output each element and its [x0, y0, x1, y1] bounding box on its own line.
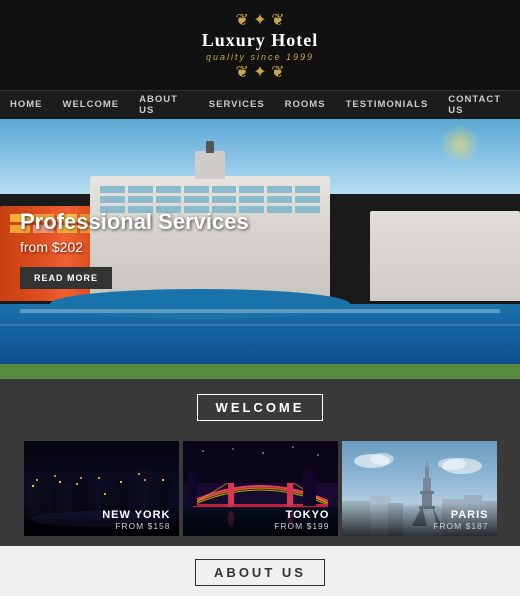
hero-section: Professional Services from $202 READ MOR… [0, 119, 520, 379]
city-price-paris: FROM $187 [350, 521, 489, 531]
nav-item-welcome[interactable]: WELCOME [53, 91, 130, 119]
nav-item-testimonials[interactable]: TESTIMONIALS [336, 91, 439, 119]
city-name-new-york: NEW YORK [32, 509, 171, 521]
header: ❦ ✦ ❦ Luxury Hotel quality since 1999 ❦ … [0, 0, 520, 91]
navigation: HOME WELCOME ABOUT US SERVICES ROOMS TES… [0, 91, 520, 119]
welcome-section: WELCOME [0, 379, 520, 433]
welcome-title: WELCOME [197, 394, 324, 421]
nav-item-services[interactable]: SERVICES [199, 91, 275, 119]
hero-title: Professional Services [20, 209, 249, 235]
city-card-tokyo[interactable]: TOKYO FROM $199 [183, 441, 338, 536]
city-overlay-tokyo: TOKYO FROM $199 [183, 503, 338, 536]
city-card-new-york[interactable]: NEW YORK FROM $158 [24, 441, 179, 536]
header-ornament-top: ❦ ✦ ❦ [0, 10, 520, 30]
nav-item-contact-us[interactable]: CONTACT US [438, 91, 520, 119]
nav-item-rooms[interactable]: ROOMS [275, 91, 336, 119]
city-overlay-paris: PARIS FROM $187 [342, 503, 497, 536]
logo-title: Luxury Hotel [0, 30, 520, 52]
city-card-paris[interactable]: PARIS FROM $187 [342, 441, 497, 536]
city-price-tokyo: FROM $199 [191, 521, 330, 531]
nav-item-about-us[interactable]: ABOUT US [129, 91, 199, 119]
about-section: ABOUT US [0, 546, 520, 596]
city-name-paris: PARIS [350, 509, 489, 521]
header-ornament-bottom: ❦ ✦ ❦ [0, 62, 520, 82]
city-name-tokyo: TOKYO [191, 509, 330, 521]
nav-item-home[interactable]: HOME [0, 91, 53, 119]
city-overlay-new-york: NEW YORK FROM $158 [24, 503, 179, 536]
city-price-new-york: FROM $158 [32, 521, 171, 531]
hero-read-more-button[interactable]: READ MORE [20, 267, 112, 289]
about-us-title: ABOUT US [195, 559, 325, 586]
hero-price: from $202 [20, 239, 249, 255]
hero-content: Professional Services from $202 READ MOR… [20, 209, 249, 289]
city-cards-container: NEW YORK FROM $158 [0, 433, 520, 546]
logo-subtitle: quality since 1999 [0, 52, 520, 62]
